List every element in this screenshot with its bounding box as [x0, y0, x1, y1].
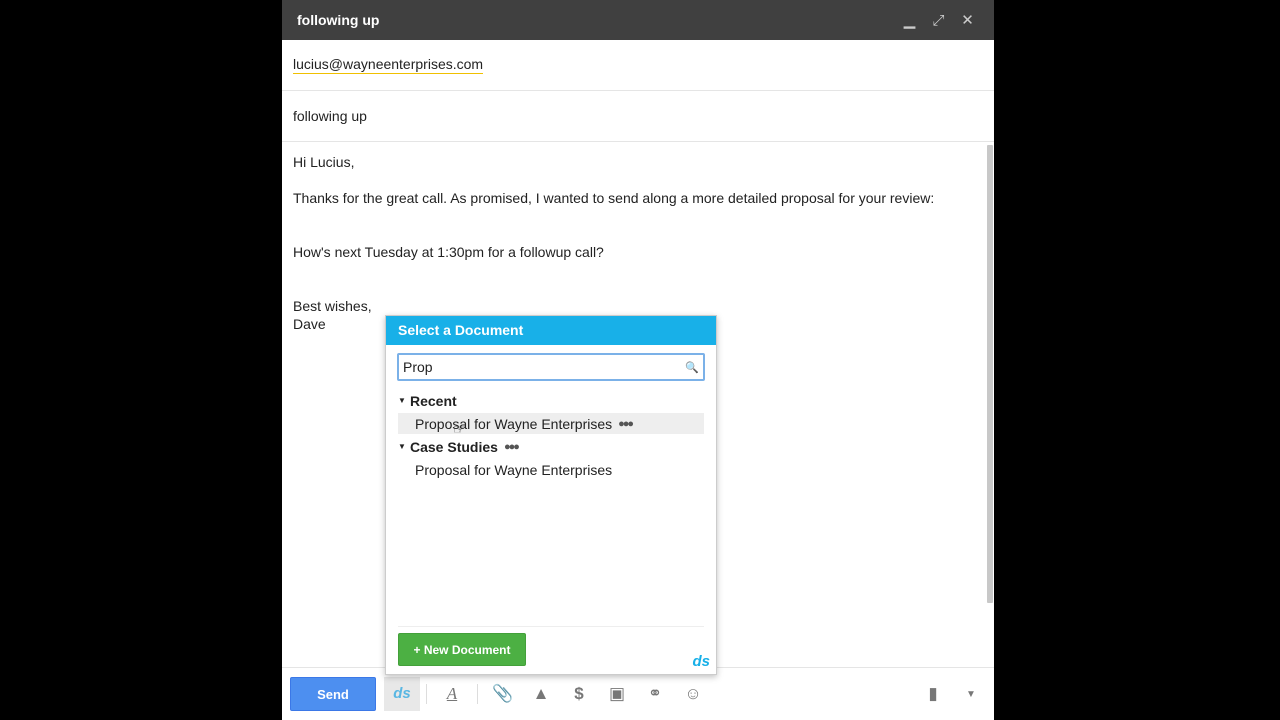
search-input[interactable]	[399, 359, 685, 375]
link-icon[interactable]: ⚭	[636, 684, 674, 704]
toolbar-divider	[426, 684, 427, 704]
caret-down-icon[interactable]: ▼	[398, 396, 410, 405]
shared-icon: ●●●	[503, 440, 520, 453]
group-label: Case Studies	[410, 438, 498, 455]
formatting-icon[interactable]: A	[433, 684, 471, 704]
emoji-icon[interactable]: ☺	[674, 684, 712, 704]
send-button[interactable]: Send	[290, 677, 376, 711]
attach-icon[interactable]: 📎	[484, 684, 522, 704]
group-label: Recent	[410, 392, 457, 409]
body-paragraph-2: How's next Tuesday at 1:30pm for a follo…	[293, 244, 604, 260]
subject-text: following up	[293, 108, 367, 124]
document-title: Proposal for Wayne Enterprises	[415, 415, 613, 432]
signoff-line: Best wishes,	[293, 298, 372, 314]
document-title: Proposal for Wayne Enterprises	[415, 461, 613, 478]
expand-icon[interactable]: ⤢	[924, 12, 953, 29]
recipient-chip[interactable]: lucius@wayneenterprises.com	[293, 56, 484, 74]
compose-titlebar[interactable]: following up ▁ ⤢ ✕	[282, 0, 994, 40]
close-icon[interactable]: ✕	[953, 11, 982, 29]
to-field[interactable]: lucius@wayneenterprises.com	[282, 40, 994, 91]
toolbar-divider	[477, 684, 478, 704]
group-recent[interactable]: ▼ Recent	[398, 390, 704, 411]
document-search[interactable]: 🔍	[397, 353, 705, 381]
document-tree: ▼ Recent Proposal for Wayne Enterprises …	[398, 390, 704, 482]
money-icon[interactable]: $	[560, 684, 598, 704]
docsend-logo: ds	[692, 653, 710, 670]
more-options-icon[interactable]: ▼	[952, 689, 990, 700]
compose-title: following up	[297, 12, 380, 28]
popup-divider	[398, 626, 704, 627]
drive-icon[interactable]: ▲	[522, 684, 560, 704]
greeting-line: Hi Lucius,	[293, 154, 355, 170]
body-paragraph-1: Thanks for the great call. As promised, …	[293, 190, 935, 206]
select-document-popup: Select a Document 🔍 ▼ Recent Proposal fo…	[385, 315, 717, 675]
document-item[interactable]: Proposal for Wayne Enterprises	[398, 459, 704, 480]
minimize-icon[interactable]: ▁	[895, 11, 924, 29]
docsend-icon[interactable]: ds	[384, 677, 420, 711]
new-document-button[interactable]: + New Document	[398, 633, 526, 666]
shared-icon: ●●●	[618, 417, 634, 430]
subject-field[interactable]: following up	[282, 91, 994, 142]
search-icon[interactable]: 🔍	[685, 361, 703, 374]
caret-down-icon[interactable]: ▼	[398, 442, 410, 451]
photo-icon[interactable]: ▣	[598, 684, 636, 704]
document-item[interactable]: Proposal for Wayne Enterprises ●●●	[398, 413, 704, 434]
body-scrollbar[interactable]	[987, 145, 993, 603]
group-case-studies[interactable]: ▼ Case Studies ●●●	[398, 436, 704, 457]
hand-cursor-icon: ☞	[453, 421, 466, 437]
trash-icon[interactable]: ▮	[914, 684, 952, 704]
popup-title: Select a Document	[386, 316, 716, 345]
